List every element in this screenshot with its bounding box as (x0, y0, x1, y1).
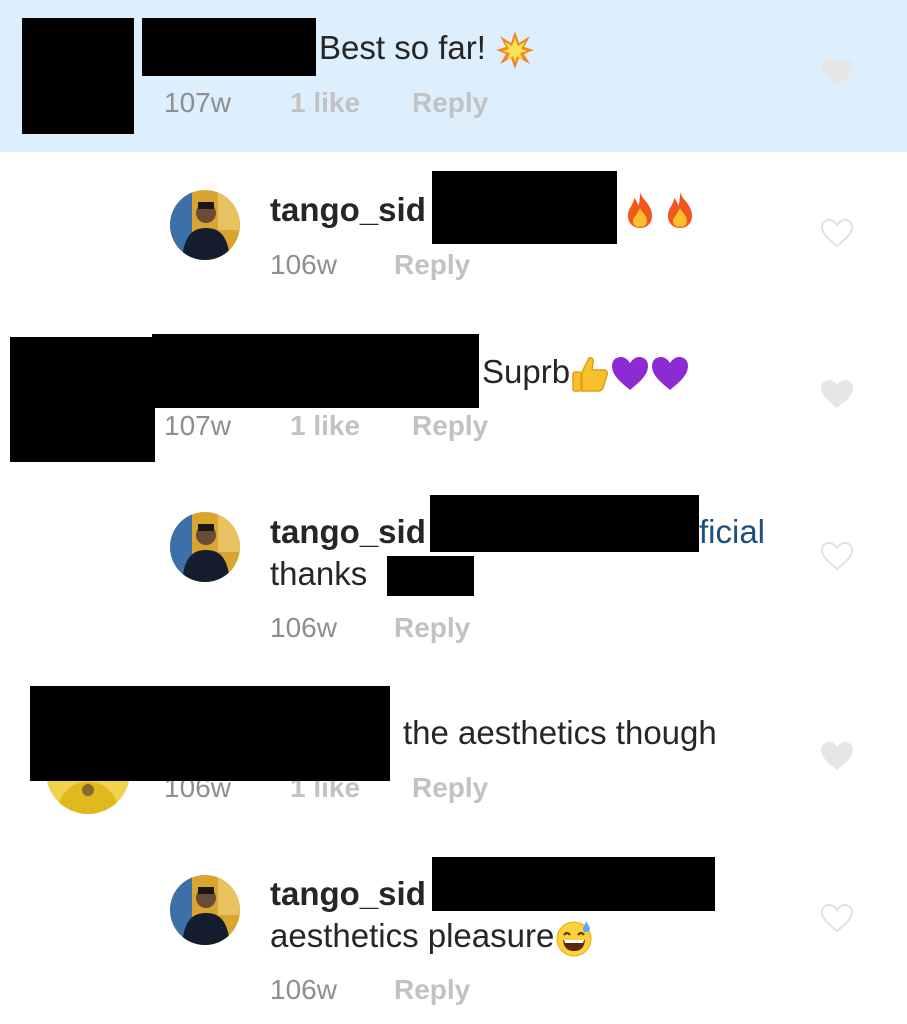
fire-emoji (668, 192, 693, 228)
reply-button[interactable]: Reply (394, 973, 470, 1007)
redacted-avatar (10, 337, 155, 462)
likes-count-button[interactable]: 1 like (290, 409, 360, 443)
comment-text: the aesthetics though (403, 714, 717, 751)
collision-emoji (496, 31, 535, 70)
comment-text: thanks (270, 555, 368, 592)
comment-time: 107w (164, 410, 231, 441)
redacted-mention (432, 171, 617, 244)
likes-count-button[interactable]: 1 like (290, 86, 360, 120)
highlighted-comment-band (0, 0, 907, 152)
redacted-username (142, 18, 316, 76)
like-heart-outline-icon[interactable] (820, 218, 854, 248)
fire-emoji-pair (622, 190, 698, 230)
comment-text: Suprb (482, 352, 690, 394)
redacted-username (30, 686, 390, 781)
thumbs-up-emoji (572, 357, 609, 393)
reply-button[interactable]: Reply (394, 611, 470, 645)
profile-photo-icon (170, 512, 240, 582)
like-heart-icon[interactable] (820, 379, 854, 409)
reply-button[interactable]: Reply (412, 771, 488, 805)
comment-username-link[interactable]: tango_sid (270, 512, 426, 552)
comment-username-link[interactable]: tango_sid (270, 874, 426, 914)
reply-button[interactable]: Reply (394, 248, 470, 282)
redacted-text (387, 556, 474, 596)
like-heart-outline-icon[interactable] (820, 541, 854, 571)
profile-photo-icon (170, 190, 240, 260)
like-heart-icon[interactable] (820, 741, 854, 771)
reply-button[interactable]: Reply (412, 86, 488, 120)
comment-time: 106w (270, 249, 337, 280)
comment-text: Best so far! (319, 28, 535, 70)
user-avatar[interactable] (170, 512, 240, 582)
mention-link[interactable]: ficial (699, 512, 765, 552)
purple-heart-emoji (652, 357, 689, 391)
user-avatar[interactable] (170, 875, 240, 945)
comment-time: 106w (270, 612, 337, 643)
like-heart-icon[interactable] (820, 57, 854, 87)
redacted-mention (432, 857, 715, 911)
profile-photo-icon (170, 875, 240, 945)
redacted-mention (430, 495, 699, 552)
grinning-sweat-emoji (556, 921, 592, 957)
reply-button[interactable]: Reply (412, 409, 488, 443)
comment-time: 107w (164, 87, 231, 118)
like-heart-outline-icon[interactable] (820, 903, 854, 933)
redacted-avatar (22, 18, 134, 134)
purple-heart-emoji (612, 357, 649, 391)
comment-time: 106w (270, 974, 337, 1005)
user-avatar[interactable] (170, 190, 240, 260)
redacted-username (152, 334, 479, 408)
comment-username-link[interactable]: tango_sid (270, 190, 426, 230)
comment-text: aesthetics pleasure (270, 916, 594, 958)
fire-emoji (628, 192, 652, 228)
